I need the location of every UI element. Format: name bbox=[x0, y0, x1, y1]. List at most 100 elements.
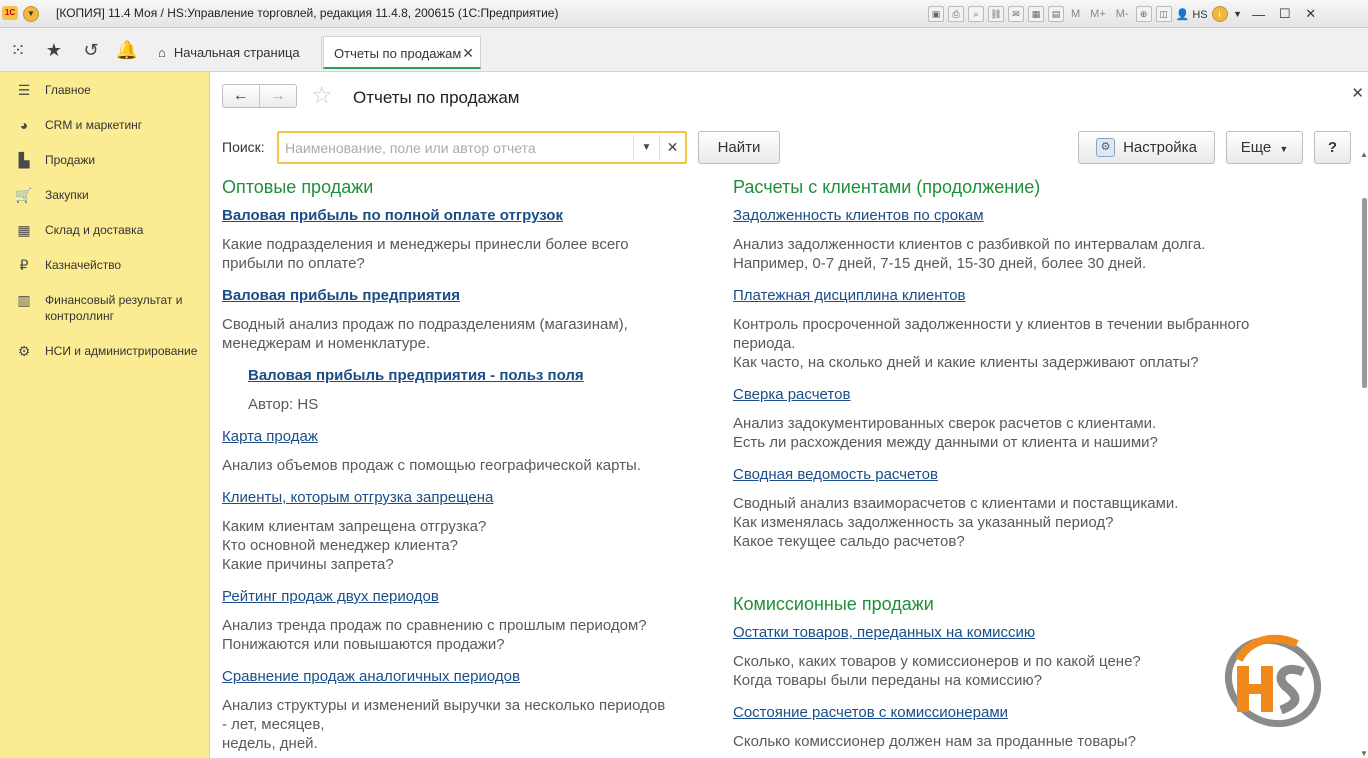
sidebar-item-admin[interactable]: ⚙ НСИ и администрирование bbox=[0, 343, 210, 359]
help-button[interactable]: ? bbox=[1314, 131, 1351, 164]
sidebar-item-sales[interactable]: ▙ Продажи bbox=[0, 152, 210, 168]
report-description: Анализ задолженности клиентов с разбивко… bbox=[733, 236, 1206, 272]
content-area: ← → ☆ Отчеты по продажам ✕ Поиск: ▼ ✕ На… bbox=[211, 72, 1368, 758]
report-link[interactable]: Карта продаж bbox=[222, 428, 318, 445]
report-link[interactable]: Платежная дисциплина клиентов bbox=[733, 287, 966, 304]
1c-logo-icon: 1С bbox=[2, 6, 18, 20]
sidebar-item-label: Финансовый результат и контроллинг bbox=[45, 293, 183, 323]
minimize-icon[interactable]: — bbox=[1248, 7, 1270, 22]
section-title-wholesale: Оптовые продажи bbox=[222, 177, 374, 197]
sidebar-item-label: Продажи bbox=[45, 153, 96, 167]
report-description: Сводный анализ продаж по подразделениям … bbox=[222, 316, 628, 352]
sidebar-item-label: НСИ и администрирование bbox=[45, 344, 198, 358]
search-field: ▼ ✕ bbox=[277, 131, 687, 164]
forward-arrow-icon[interactable]: → bbox=[260, 85, 297, 107]
section-title-commission-sales: Комиссионные продажи bbox=[733, 594, 934, 614]
more-button[interactable]: Еще ▼ bbox=[1226, 131, 1303, 164]
report-description: Анализ объемов продаж с помощью географи… bbox=[222, 457, 641, 474]
shopping-bag-icon: ▙ bbox=[18, 152, 30, 168]
sidebar-item-crm[interactable]: ◕ CRM и маркетинг bbox=[0, 117, 210, 133]
report-link[interactable]: Рейтинг продаж двух периодов bbox=[222, 588, 439, 605]
navigation-bar: ⁙ ★ ↺ 🔔 ⌂ Начальная страница Отчеты по пр… bbox=[0, 28, 1368, 72]
tab-reports-label: Отчеты по продажам bbox=[334, 46, 462, 61]
warehouse-grid-icon: ▦ bbox=[17, 222, 31, 238]
bar-chart-icon: ▥ bbox=[17, 292, 31, 308]
report-link[interactable]: Задолженность клиентов по срокам bbox=[733, 207, 984, 224]
sidebar-item-finance[interactable]: ▥ Финансовый результат и контроллинг bbox=[0, 292, 210, 324]
sidebar-item-label: Главное bbox=[45, 83, 91, 97]
sidebar-item-treasury[interactable]: ₽ Казначейство bbox=[0, 257, 210, 273]
back-arrow-icon[interactable]: ← bbox=[223, 85, 260, 107]
close-window-icon[interactable]: ✕ bbox=[1300, 6, 1322, 22]
main-menu-dropdown-icon[interactable]: ▼ bbox=[23, 6, 39, 22]
settings-button-label: Настройка bbox=[1123, 139, 1197, 156]
title-toolbar: ▣ ⎙ ⌕ ⛓ ✉ ▦ ▤ M M+ M- ⊕ ◫ 👤 HS i ▼ — ☐ ✕ bbox=[928, 5, 1322, 23]
tab-home-label: Начальная страница bbox=[173, 45, 300, 60]
save-icon[interactable]: ▣ bbox=[928, 6, 944, 22]
maximize-icon[interactable]: ☐ bbox=[1274, 6, 1296, 22]
report-link[interactable]: Остатки товаров, переданных на комиссию bbox=[733, 624, 1035, 641]
info-icon[interactable]: i bbox=[1211, 6, 1228, 22]
panels-icon[interactable]: ◫ bbox=[1155, 6, 1172, 22]
report-description: Сколько комиссионер должен нам за продан… bbox=[733, 733, 1136, 750]
report-description: Анализ тренда продаж по сравнению с прош… bbox=[222, 617, 647, 653]
report-link[interactable]: Сверка расчетов bbox=[733, 386, 850, 403]
email-icon[interactable]: ✉ bbox=[1008, 6, 1024, 22]
memory-subtract-button[interactable]: M- bbox=[1113, 8, 1132, 20]
report-link[interactable]: Сводная ведомость расчетов bbox=[733, 466, 938, 483]
calculator-icon[interactable]: ▦ bbox=[1028, 6, 1044, 22]
close-form-icon[interactable]: ✕ bbox=[1351, 84, 1364, 102]
sidebar-item-main[interactable]: ☰ Главное bbox=[0, 82, 210, 98]
print-icon[interactable]: ⎙ bbox=[948, 6, 964, 22]
scrollbar-thumb[interactable] bbox=[1362, 198, 1367, 388]
chevron-down-icon[interactable]: ▼ bbox=[633, 135, 659, 160]
user-icon: 👤 bbox=[1175, 8, 1190, 21]
favorites-star-icon[interactable]: ★ bbox=[41, 38, 67, 62]
preview-icon[interactable]: ⌕ bbox=[968, 6, 984, 22]
vertical-scrollbar[interactable]: ▲ ▼ bbox=[1360, 150, 1368, 758]
user-name[interactable]: 👤 HS bbox=[1176, 8, 1208, 21]
gear-icon: ⚙ bbox=[17, 343, 31, 359]
search-label: Поиск: bbox=[222, 139, 265, 155]
report-link[interactable]: Валовая прибыль по полной оплате отгрузо… bbox=[222, 207, 563, 224]
report-link[interactable]: Сравнение продаж аналогичных периодов bbox=[222, 668, 520, 685]
ruble-coin-icon: ₽ bbox=[19, 257, 29, 273]
tab-sales-reports[interactable]: Отчеты по продажам ✕ bbox=[323, 36, 481, 69]
memory-add-button[interactable]: M+ bbox=[1087, 8, 1109, 20]
section-title-client-settlements: Расчеты с клиентами (продолжение) bbox=[733, 177, 1041, 197]
scroll-down-icon[interactable]: ▼ bbox=[1360, 749, 1368, 758]
report-link[interactable]: Валовая прибыль предприятия bbox=[222, 287, 460, 304]
sidebar-item-label: Склад и доставка bbox=[45, 223, 144, 237]
sidebar-item-warehouse[interactable]: ▦ Склад и доставка bbox=[0, 222, 210, 238]
close-tab-icon[interactable]: ✕ bbox=[462, 37, 474, 70]
cart-icon: 🛒 bbox=[15, 187, 33, 203]
report-description: Какие подразделения и менеджеры принесли… bbox=[222, 236, 629, 272]
find-button[interactable]: Найти bbox=[698, 131, 780, 164]
info-dropdown-icon[interactable]: ▼ bbox=[1232, 9, 1244, 19]
tab-home[interactable]: ⌂ Начальная страница bbox=[150, 36, 322, 69]
scroll-up-icon[interactable]: ▲ bbox=[1360, 150, 1368, 159]
report-link[interactable]: Валовая прибыль предприятия - польз поля bbox=[248, 367, 584, 384]
navigation-buttons: ← → bbox=[222, 84, 297, 108]
report-link[interactable]: Состояние расчетов с комиссионерами bbox=[733, 704, 1008, 721]
history-icon[interactable]: ↺ bbox=[78, 38, 104, 62]
app-window: 1С ▼ [КОПИЯ] 11.4 Моя / HS:Управление то… bbox=[0, 0, 1368, 758]
more-button-label: Еще bbox=[1240, 139, 1272, 156]
link-icon[interactable]: ⛓ bbox=[988, 6, 1004, 22]
memory-store-button[interactable]: M bbox=[1068, 8, 1083, 20]
sidebar-item-label: Закупки bbox=[45, 188, 89, 202]
apps-grid-icon[interactable]: ⁙ bbox=[5, 38, 31, 62]
report-link[interactable]: Клиенты, которым отгрузка запрещена bbox=[222, 489, 493, 506]
report-description: Сколько, каких товаров у комиссионеров и… bbox=[733, 653, 1141, 689]
report-description: Анализ структуры и изменений выручки за … bbox=[222, 697, 666, 752]
sidebar-item-purchases[interactable]: 🛒 Закупки bbox=[0, 187, 210, 203]
favorite-star-icon[interactable]: ☆ bbox=[311, 83, 333, 109]
settings-button[interactable]: ⚙ Настройка bbox=[1078, 131, 1215, 164]
zoom-icon[interactable]: ⊕ bbox=[1135, 6, 1152, 22]
window-title: [КОПИЯ] 11.4 Моя / HS:Управление торговл… bbox=[56, 6, 559, 20]
search-input[interactable] bbox=[285, 137, 629, 159]
sidebar-item-label: Казначейство bbox=[45, 258, 122, 272]
notifications-bell-icon[interactable]: 🔔 bbox=[114, 38, 140, 62]
clear-icon[interactable]: ✕ bbox=[659, 135, 685, 160]
calendar-icon[interactable]: ▤ bbox=[1048, 6, 1064, 22]
